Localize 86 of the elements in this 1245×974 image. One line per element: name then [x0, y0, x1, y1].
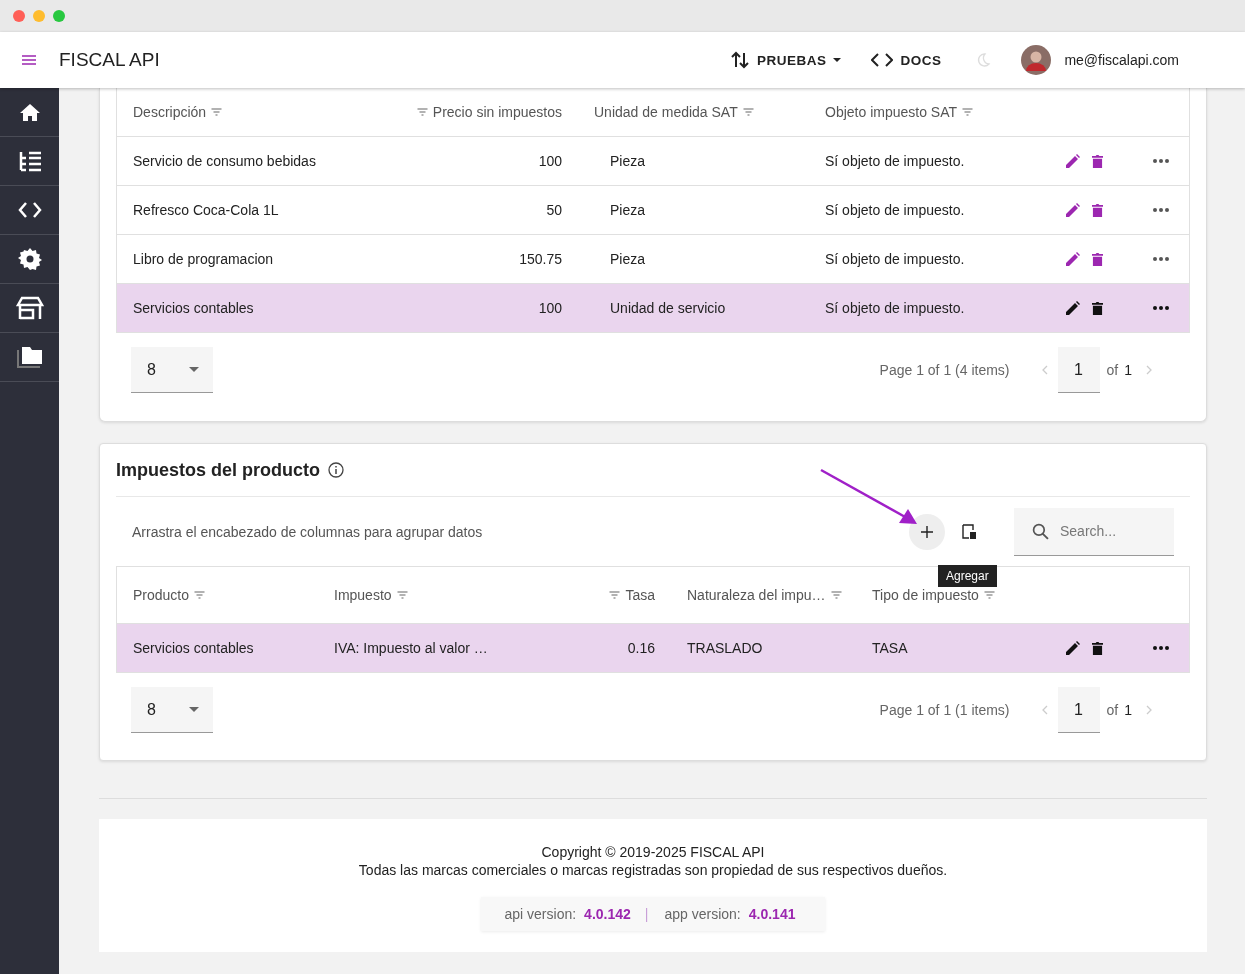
table-row[interactable]: Servicios contables 100 Unidad de servicio Sí objeto de impuesto. [116, 284, 1190, 333]
table-cell-text: Sí objeto de impuesto. [824, 300, 966, 316]
edit-icon[interactable] [1066, 301, 1080, 315]
copyright-text: Copyright © 2019-2025 FISCAL API [541, 843, 765, 861]
docs-link[interactable]: DOCS [867, 48, 946, 72]
edit-icon[interactable] [1066, 154, 1080, 168]
api-version: 4.0.142 [584, 906, 631, 922]
page-of-label: of [1106, 362, 1119, 378]
page-size-select[interactable]: 8 [131, 687, 213, 733]
table-cell-text: Sí objeto de impuesto. [824, 251, 966, 267]
more-icon[interactable] [1153, 646, 1169, 650]
table-cell-text: 0.16 [626, 640, 656, 656]
delete-icon[interactable] [1092, 154, 1103, 168]
page-field[interactable]: 1 [1057, 687, 1100, 733]
app-title: FISCAL API [59, 49, 160, 71]
more-icon[interactable] [1153, 159, 1169, 163]
table-cell-text: Unidad de servicio [609, 300, 727, 316]
page-total: 1 [1124, 362, 1132, 378]
table-cell-text: 100 [537, 300, 563, 316]
more-icon[interactable] [1153, 208, 1169, 212]
api-version-label: api version: [504, 906, 577, 922]
edit-icon[interactable] [1066, 252, 1080, 266]
caret-icon [833, 58, 842, 62]
page-summary: Page 1 of 1 (4 items) [879, 362, 1010, 378]
table-cell-text: Refresco Coca-Cola 1L [132, 202, 280, 218]
column-header[interactable]: Tipo de impuesto [872, 587, 979, 603]
delete-icon[interactable] [1092, 203, 1103, 217]
column-chooser-icon[interactable] [961, 523, 977, 540]
table-cell-text: 50 [545, 202, 563, 218]
column-header[interactable]: Descripción [133, 104, 207, 120]
add-button[interactable] [909, 513, 945, 550]
avatar-icon[interactable] [1021, 45, 1052, 75]
plus-icon [921, 525, 933, 538]
column-header[interactable]: Impuesto [334, 587, 392, 603]
more-icon[interactable] [1153, 257, 1169, 261]
table-cell-text: 100 [537, 153, 563, 169]
page-total: 1 [1124, 702, 1132, 718]
table-cell-text: 150.75 [518, 251, 563, 267]
delete-icon[interactable] [1092, 641, 1103, 655]
table-cell-text: Servicio de consumo bebidas [132, 153, 317, 169]
table-cell-text: Servicios contables [132, 640, 255, 656]
table-cell-text: TRASLADO [686, 640, 764, 656]
group-hint: Arrastra el encabezado de columnas para agrupar datos [132, 523, 483, 540]
column-header[interactable]: Naturaleza del impu… [687, 587, 826, 603]
table-row[interactable]: Servicio de consumo bebidas 100 Pieza Sí objeto de impuesto. [116, 137, 1190, 186]
delete-icon[interactable] [1092, 252, 1103, 266]
column-header[interactable]: Tasa [625, 587, 655, 603]
delete-icon[interactable] [1092, 301, 1103, 315]
edit-icon[interactable] [1066, 641, 1080, 655]
app-version-label: app version: [664, 906, 741, 922]
app-version: 4.0.141 [748, 906, 796, 922]
search-field[interactable]: Search... [1014, 507, 1174, 556]
table-cell-text: Sí objeto de impuesto. [824, 153, 966, 169]
user-email[interactable]: me@fiscalapi.com [1064, 52, 1179, 68]
version-separator: | [644, 906, 649, 922]
more-icon[interactable] [1153, 306, 1169, 310]
tooltip: Agregar [938, 565, 997, 587]
caret-icon [189, 707, 199, 712]
card-title: Impuestos del producto [116, 459, 320, 481]
table-row[interactable]: Refresco Coca-Cola 1L 50 Pieza Sí objeto de impuesto. [116, 186, 1190, 235]
sort-icon [729, 50, 750, 70]
table-cell-text: Pieza [609, 153, 647, 169]
search-icon [1032, 522, 1049, 540]
table-cell-text: TASA [871, 640, 909, 656]
table-cell-text: Servicios contables [132, 300, 255, 316]
table-cell-text: IVA: Impuesto al valor … [333, 640, 489, 656]
column-header[interactable]: Objeto impuesto SAT [825, 104, 958, 120]
column-header[interactable]: Unidad de medida SAT [594, 104, 738, 120]
edit-icon[interactable] [1066, 203, 1080, 217]
table-cell-text: Libro de programacion [132, 251, 275, 267]
page-size-select[interactable]: 8 [131, 347, 213, 393]
environment-menu[interactable]: PRUEBAS [725, 46, 846, 74]
table-cell-text: Pieza [609, 202, 647, 218]
page-of-label: of [1106, 702, 1119, 718]
page-field[interactable]: 1 [1057, 347, 1100, 393]
trademark-notice: Todas las marcas comerciales o marcas registradas son propiedad de sus respectivos dueños. [358, 861, 948, 879]
table-cell-text: Sí objeto de impuesto. [824, 202, 966, 218]
info-icon[interactable] [328, 462, 344, 478]
code-icon [871, 52, 894, 68]
menu-icon[interactable] [22, 55, 36, 65]
table-row[interactable]: Servicios contables IVA: Impuesto al valor … 0.16 TRASLADO TASA [116, 624, 1190, 673]
caret-icon [189, 367, 199, 372]
column-header[interactable]: Precio sin impuestos [432, 104, 562, 120]
column-header[interactable]: Producto [133, 587, 190, 603]
page-summary: Page 1 of 1 (1 items) [879, 702, 1010, 718]
table-cell-text: Pieza [609, 251, 647, 267]
